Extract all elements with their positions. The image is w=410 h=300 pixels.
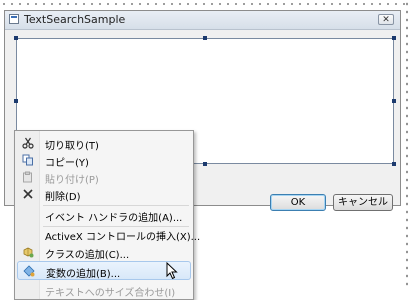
scissors-icon (22, 137, 34, 149)
add-variable-icon (23, 265, 35, 277)
mouse-cursor-icon (166, 262, 178, 280)
selection-handle-bottom-middle[interactable] (203, 162, 207, 166)
cancel-button[interactable]: キャンセル (333, 194, 393, 211)
selection-handle-middle-right[interactable] (392, 99, 396, 103)
menu-item-label: コピー(Y) (45, 158, 89, 169)
paste-icon (22, 171, 34, 183)
menu-item-label: 削除(D) (45, 192, 81, 203)
menu-item-label: 貼り付け(P) (45, 175, 99, 186)
designer-grid-right (404, 0, 410, 288)
selection-handle-top-left[interactable] (14, 36, 18, 40)
selection-handle-top-right[interactable] (392, 36, 396, 40)
dialog-title-bar: TextSearchSample ✕ (5, 11, 400, 30)
menu-item-label: 変数の追加(B)... (46, 269, 121, 280)
delete-icon (22, 188, 34, 200)
close-button[interactable]: ✕ (378, 14, 394, 25)
menu-item-add-variable[interactable]: 変数の追加(B)... (17, 261, 191, 280)
ok-button[interactable]: OK (270, 194, 326, 211)
selection-handle-top-middle[interactable] (203, 36, 207, 40)
copy-icon (22, 154, 34, 166)
menu-item-insert-activex[interactable]: ActiveX コントロールの挿入(X)... (17, 225, 200, 244)
window-icon (9, 14, 19, 24)
menu-item-label: 切り取り(T) (45, 141, 99, 152)
dialog-title: TextSearchSample (24, 13, 126, 26)
menu-item-label: クラスの追加(C)... (45, 250, 130, 261)
selection-handle-middle-left[interactable] (14, 99, 18, 103)
menu-item-delete[interactable]: 削除(D) (17, 185, 191, 204)
add-class-icon (22, 246, 34, 258)
selection-handle-bottom-right[interactable] (392, 162, 396, 166)
menu-item-add-class[interactable]: クラスの追加(C)... (17, 243, 191, 262)
menu-item-label: イベント ハンドラの追加(A)... (45, 213, 183, 224)
designer-grid-top (0, 0, 410, 8)
menu-item-label: テキストへのサイズ合わせ(I) (45, 288, 176, 299)
menu-item-label: ActiveX コントロールの挿入(X)... (45, 232, 201, 243)
menu-item-add-event-handler[interactable]: イベント ハンドラの追加(A)... (17, 206, 191, 225)
menu-item-size-to-content[interactable]: テキストへのサイズ合わせ(I) (17, 281, 191, 300)
